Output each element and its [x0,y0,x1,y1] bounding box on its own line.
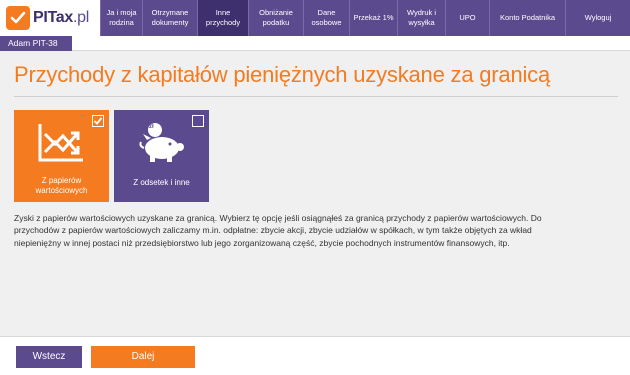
nav-item-konto-podatnika[interactable]: Konto Podatnika [489,0,565,36]
tile-odsetki-i-inne[interactable]: zł Z odsetek i inne [114,110,209,202]
tile-papiery-wartosciowe[interactable]: Z papierów wartościowych [14,110,109,202]
nav-item-dane-osobowe[interactable]: Dane osobowe [303,0,349,36]
back-button[interactable]: Wstecz [16,346,82,368]
top-navigation: PITax.pl Ja i moja rodzina Otrzymane dok… [0,0,630,36]
tile-label-line2: wartościowych [35,186,88,195]
piggy-bank-icon [139,123,184,162]
nav-item-obnizanie-podatku[interactable]: Obniżanie podatku [248,0,303,36]
description-text: Zyski z papierów wartościowych uzyskane … [14,213,542,248]
checkmark-logo-icon [6,6,30,30]
nav-item-upo[interactable]: UPO [445,0,489,36]
tile-label: Z papierów wartościowych [14,176,109,196]
logo-main: PITax [33,9,74,26]
page-title: Przychody z kapitałów pieniężnych uzyska… [14,62,551,87]
nav-item-wyloguj[interactable]: Wyloguj [565,0,630,36]
tile-label: Z odsetek i inne [114,178,209,188]
nav-item-przekaz-1-procent[interactable]: Przekaż 1% [349,0,397,36]
user-tab[interactable]: Adam PIT-38 [0,36,72,51]
coin-text: zł [149,124,154,130]
tile-checkbox-unchecked[interactable] [192,115,204,127]
checkmark-icon [93,117,103,125]
nav-item-wydruk-i-wysylka[interactable]: Wydruk i wysyłka [397,0,445,36]
nav-item-ja-i-moja-rodzina[interactable]: Ja i moja rodzina [100,0,142,36]
next-button[interactable]: Dalej [91,346,195,368]
tile-checkbox-checked[interactable] [92,115,104,127]
logo-text: PITax.pl [33,9,89,27]
tile-label-line1: Z odsetek i inne [133,178,190,187]
nav-item-otrzymane-dokumenty[interactable]: Otrzymane dokumenty [142,0,197,36]
logo[interactable]: PITax.pl [0,0,100,36]
title-divider [14,96,618,97]
sub-bar: Adam PIT-38 [0,36,630,51]
logo-suffix: .pl [73,9,90,26]
chart-arrows-icon [38,124,83,162]
tile-label-line1: Z papierów [41,176,82,185]
nav-item-inne-przychody[interactable]: Inne przychody [197,0,248,36]
